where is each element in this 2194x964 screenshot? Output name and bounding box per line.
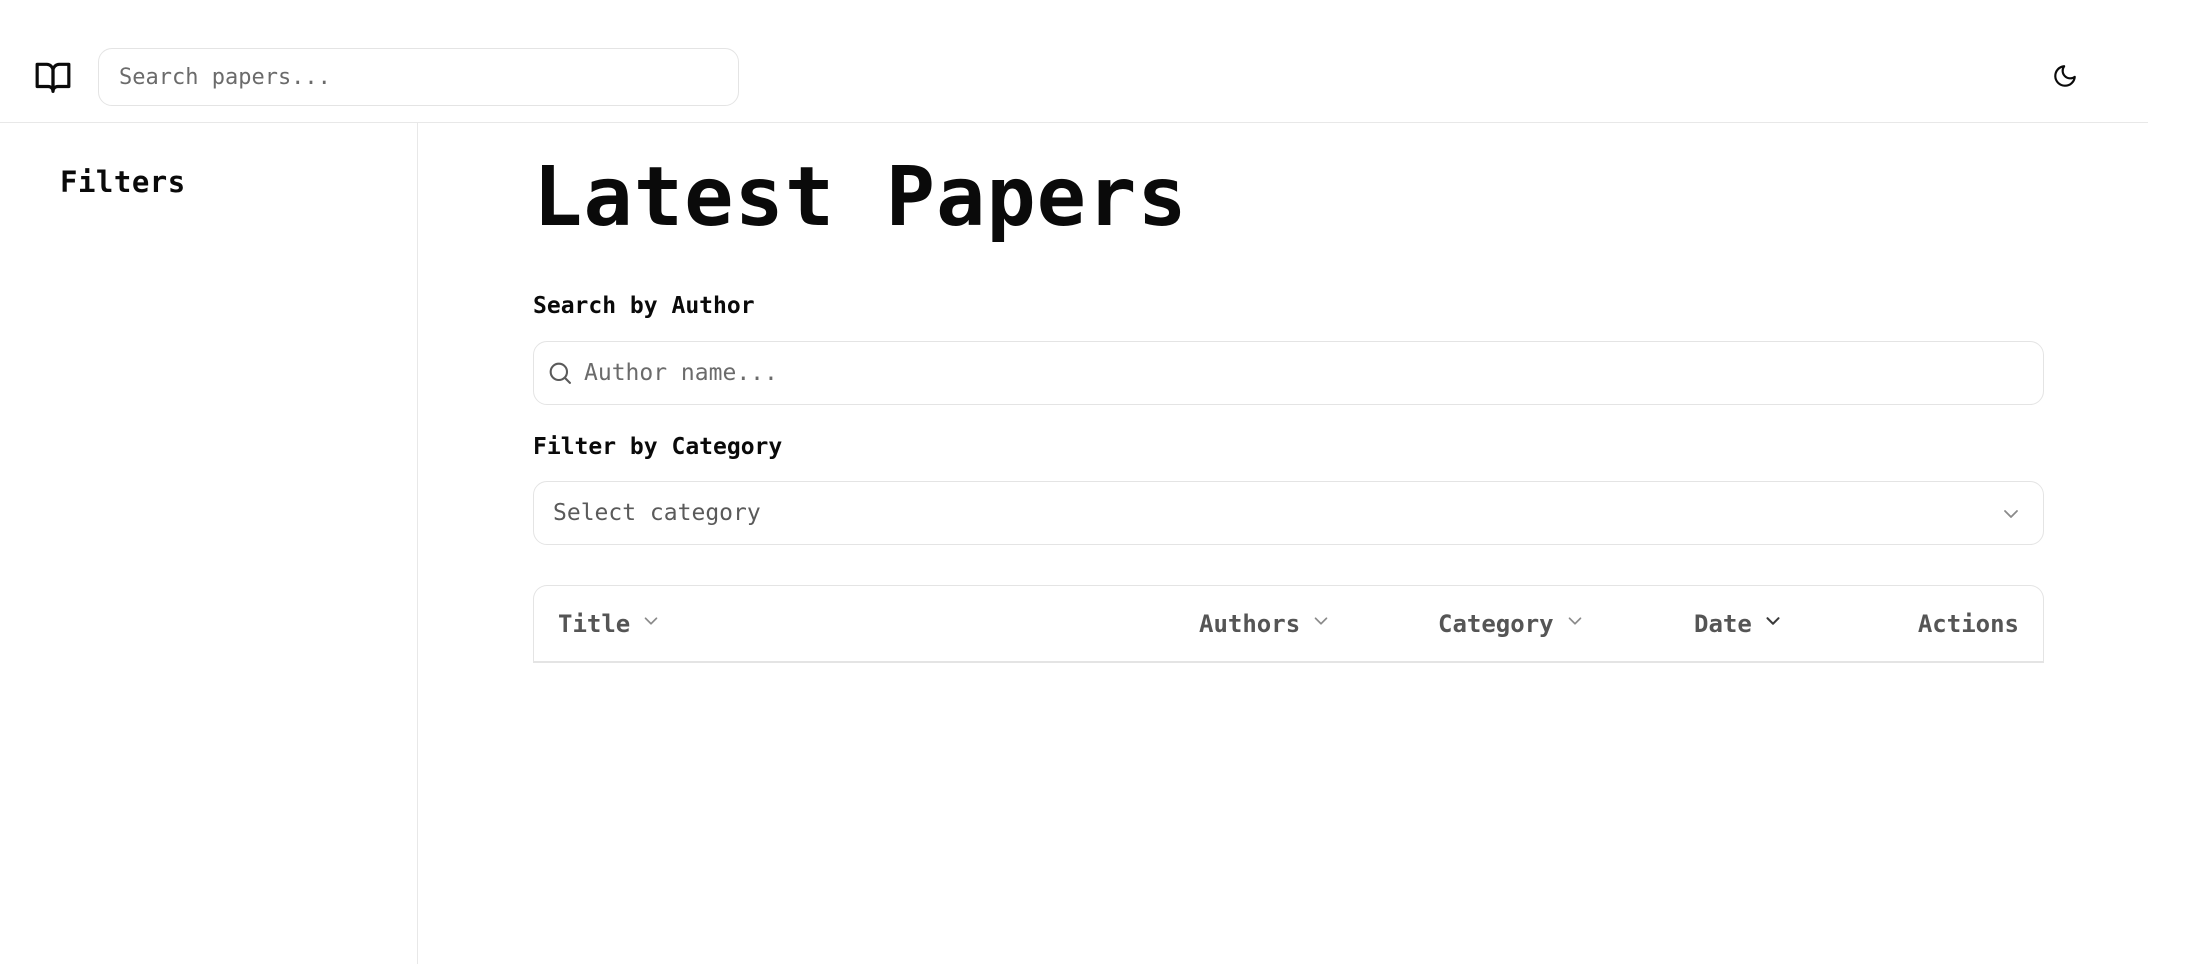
column-header-actions: Actions: [1918, 586, 2019, 661]
author-name-input[interactable]: [584, 342, 2033, 404]
column-header-label: Authors: [1199, 609, 1301, 638]
column-header-label: Category: [1438, 609, 1554, 638]
search-icon: [546, 359, 574, 387]
column-header-label: Actions: [1917, 609, 2019, 638]
chevron-down-icon: [1999, 502, 2023, 526]
moon-icon: [2052, 63, 2078, 92]
page-title: Latest Papers: [533, 150, 1188, 245]
book-open-icon[interactable]: [34, 59, 72, 95]
sort-chevron-icon: [1310, 610, 1332, 638]
search-papers-input[interactable]: [98, 48, 739, 106]
filters-sidebar: Filters: [0, 123, 418, 964]
sidebar-title: Filters: [60, 165, 186, 199]
column-header-category[interactable]: Category: [1438, 586, 1586, 661]
papers-table: Title Authors Category Date Actions: [533, 585, 2044, 663]
author-filter-label: Search by Author: [533, 293, 755, 319]
category-filter-label: Filter by Category: [533, 434, 783, 460]
column-header-label: Date: [1694, 609, 1752, 638]
author-search-field[interactable]: [533, 341, 2044, 405]
column-header-authors[interactable]: Authors: [1199, 586, 1332, 661]
category-select-value: Select category: [553, 500, 761, 526]
app-header: [0, 0, 2148, 123]
sort-chevron-icon: [640, 610, 662, 638]
column-header-date[interactable]: Date: [1694, 586, 1784, 661]
sort-chevron-icon: [1762, 610, 1784, 638]
category-select[interactable]: Select category: [533, 481, 2044, 545]
sort-chevron-icon: [1564, 610, 1586, 638]
theme-toggle-button[interactable]: [2048, 60, 2082, 94]
column-header-label: Title: [558, 609, 631, 638]
column-header-title[interactable]: Title: [558, 586, 662, 661]
main-content: Latest Papers Search by Author Filter by…: [419, 123, 2194, 964]
